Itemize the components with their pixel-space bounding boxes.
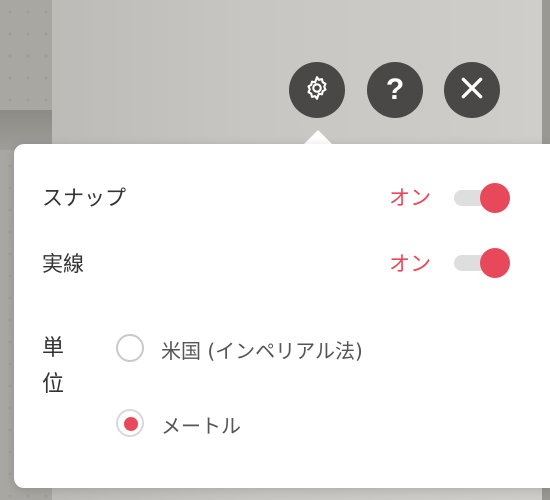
radio-imperial[interactable] — [116, 334, 144, 362]
close-icon — [459, 75, 485, 105]
snap-label: スナップ — [42, 186, 126, 210]
close-button[interactable] — [444, 62, 500, 118]
settings-panel: スナップ オン 実線 オン 単位 米国 (インペリアル法) メートル — [14, 144, 550, 488]
radio-metric-label[interactable]: メートル — [161, 410, 241, 439]
radio-metric[interactable] — [116, 409, 144, 437]
help-button[interactable]: ? — [367, 62, 423, 118]
settings-button[interactable] — [289, 62, 345, 118]
snap-state-label: オン — [389, 186, 431, 210]
solid-line-label: 実線 — [42, 252, 84, 276]
units-label: 単位 — [42, 336, 65, 397]
gear-icon — [303, 74, 331, 106]
solid-line-state-label: オン — [389, 252, 431, 276]
solid-line-toggle[interactable] — [454, 248, 510, 278]
solid-line-toggle-knob — [480, 248, 510, 278]
help-icon: ? — [385, 73, 405, 106]
snap-toggle[interactable] — [454, 183, 510, 213]
radio-metric-dot — [124, 417, 138, 431]
snap-toggle-knob — [480, 183, 510, 213]
popover-caret — [304, 130, 332, 144]
radio-imperial-label[interactable]: 米国 (インペリアル法) — [161, 335, 363, 364]
